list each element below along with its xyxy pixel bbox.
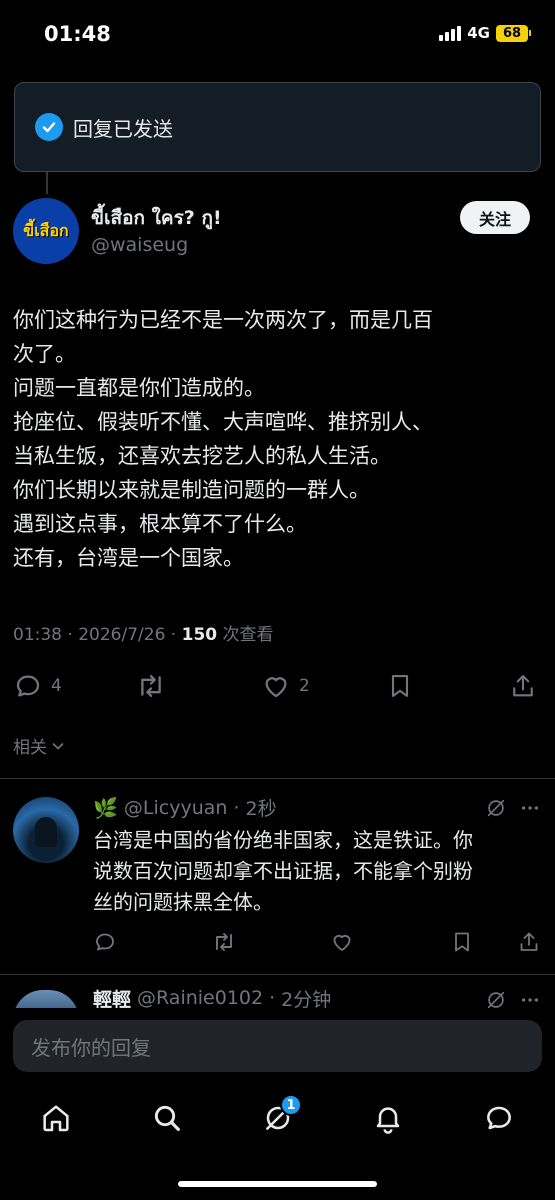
reply-share-button[interactable] xyxy=(517,925,541,959)
reply-line: 台湾是中国的省份绝非国家，这是铁证。你 xyxy=(93,828,473,852)
thread-connector xyxy=(46,172,48,194)
search-icon xyxy=(154,1105,180,1131)
related-label: 相关 xyxy=(13,738,47,758)
more-icon[interactable] xyxy=(519,797,541,819)
author-avatar[interactable]: ขี้เสือก xyxy=(13,198,79,264)
tab-bar: 1 xyxy=(0,1090,555,1146)
retweet-button[interactable] xyxy=(135,666,167,706)
reply-handle[interactable]: @Rainie0102 xyxy=(137,987,263,1009)
reply-header: 輕輕 @Rainie0102 · 2分钟 xyxy=(93,986,331,1010)
reply-handle[interactable]: @Licyyuan xyxy=(124,797,228,819)
like-button[interactable]: 2 xyxy=(261,666,310,706)
retweet-icon xyxy=(216,933,232,951)
heart-icon xyxy=(333,934,351,951)
reply-sent-toast: 回复已发送 xyxy=(14,82,541,172)
like-count: 2 xyxy=(299,676,310,696)
divider xyxy=(0,778,555,779)
tab-grok[interactable]: 1 xyxy=(258,1094,302,1138)
reply-input[interactable]: 发布你的回复 xyxy=(13,1020,542,1072)
reply-right-icons xyxy=(485,797,541,819)
tweet-meta: 01:38 · 2026/7/26 · 150 次查看 xyxy=(13,625,274,645)
tweet-text: 你们这种行为已经不是一次两次了，而是几百 次了。 问题一直都是你们造成的。 抢座… xyxy=(13,303,543,575)
bell-icon xyxy=(376,1107,400,1134)
reply-reply-button[interactable] xyxy=(93,925,117,959)
tab-notifications[interactable] xyxy=(368,1098,408,1138)
tab-search[interactable] xyxy=(147,1098,187,1138)
bookmark-button[interactable] xyxy=(386,666,414,706)
status-indicators: 4G 68 xyxy=(439,24,531,42)
signal-icon xyxy=(439,25,462,41)
checkmark-icon xyxy=(35,113,63,141)
tweet-date: 2026/7/26 xyxy=(78,625,166,645)
reply-icon xyxy=(16,675,40,697)
tweet-actions: 4 2 xyxy=(13,666,543,706)
reply-bookmark-button[interactable] xyxy=(450,925,474,959)
reply-avatar[interactable] xyxy=(13,797,79,863)
tab-home[interactable] xyxy=(36,1098,76,1138)
reply-button[interactable]: 4 xyxy=(13,666,62,706)
grok-icon[interactable] xyxy=(485,797,507,819)
author-handle[interactable]: @waiseug xyxy=(91,234,188,256)
divider xyxy=(0,974,555,975)
chevron-down-icon xyxy=(52,742,64,749)
bookmark-icon xyxy=(391,675,409,697)
share-button[interactable] xyxy=(509,666,537,706)
views-count: 150 xyxy=(181,625,218,645)
reply-name[interactable]: 輕輕 xyxy=(93,986,131,1011)
bookmark-icon xyxy=(455,932,469,952)
reply-line: 说数百次问题却拿不出证据，不能拿个别粉 xyxy=(93,859,473,883)
reply-retweet-button[interactable] xyxy=(211,925,237,959)
notification-badge: 1 xyxy=(280,1094,302,1116)
reply-actions xyxy=(93,925,543,959)
share-icon xyxy=(520,932,538,951)
tweet-line: 当私生饭，还喜欢去挖艺人的私人生活。 xyxy=(13,444,391,468)
tab-messages[interactable] xyxy=(479,1098,519,1138)
tweet-line: 你们这种行为已经不是一次两次了，而是几百 xyxy=(13,308,433,332)
battery-level: 68 xyxy=(496,24,528,42)
tweet-line: 你们长期以来就是制造问题的一群人。 xyxy=(13,478,370,502)
reply-time: 2分钟 xyxy=(281,988,332,1011)
tweet-line: 遇到这点事，根本算不了什么。 xyxy=(13,512,307,536)
reply-text: 台湾是中国的省份绝非国家，这是铁证。你 说数百次问题却拿不出证据，不能拿个别粉 … xyxy=(93,825,543,918)
home-icon xyxy=(43,1105,69,1132)
views-label: 次查看 xyxy=(222,625,274,645)
status-bar: 01:48 4G 68 xyxy=(0,0,555,70)
tweet-line: 还有，台湾是一个国家。 xyxy=(13,546,244,570)
tweet-time: 01:38 xyxy=(13,625,62,645)
tweet-line: 次了。 xyxy=(13,342,76,366)
tweet-line: 问题一直都是你们造成的。 xyxy=(13,376,265,400)
status-time: 01:48 xyxy=(44,22,111,46)
follow-button[interactable]: 关注 xyxy=(460,201,530,234)
reply-header: 🌿 @Licyyuan · 2秒 xyxy=(93,795,277,821)
toast-message: 回复已发送 xyxy=(73,116,173,141)
reply-icon xyxy=(96,933,114,951)
author-name[interactable]: ขี้เสือก ใคร? กู! xyxy=(91,203,222,233)
reply-count: 4 xyxy=(51,676,62,696)
leaf-emoji: 🌿 xyxy=(93,795,118,820)
reply-like-button[interactable] xyxy=(330,925,354,959)
reply-time: 2秒 xyxy=(245,798,277,820)
heart-icon xyxy=(265,677,287,698)
retweet-icon xyxy=(141,674,161,698)
reply-line: 丝的问题抹黑全体。 xyxy=(93,890,273,914)
share-icon xyxy=(513,675,533,697)
avatar-logo-text: ขี้เสือก xyxy=(23,220,69,240)
messages-icon xyxy=(487,1106,511,1130)
battery-icon: 68 xyxy=(496,24,531,42)
network-type: 4G xyxy=(467,24,490,42)
related-toggle[interactable]: 相关 xyxy=(13,733,65,758)
tweet-line: 抢座位、假装听不懂、大声喧哗、推挤别人、 xyxy=(13,410,433,434)
home-indicator xyxy=(178,1181,377,1187)
